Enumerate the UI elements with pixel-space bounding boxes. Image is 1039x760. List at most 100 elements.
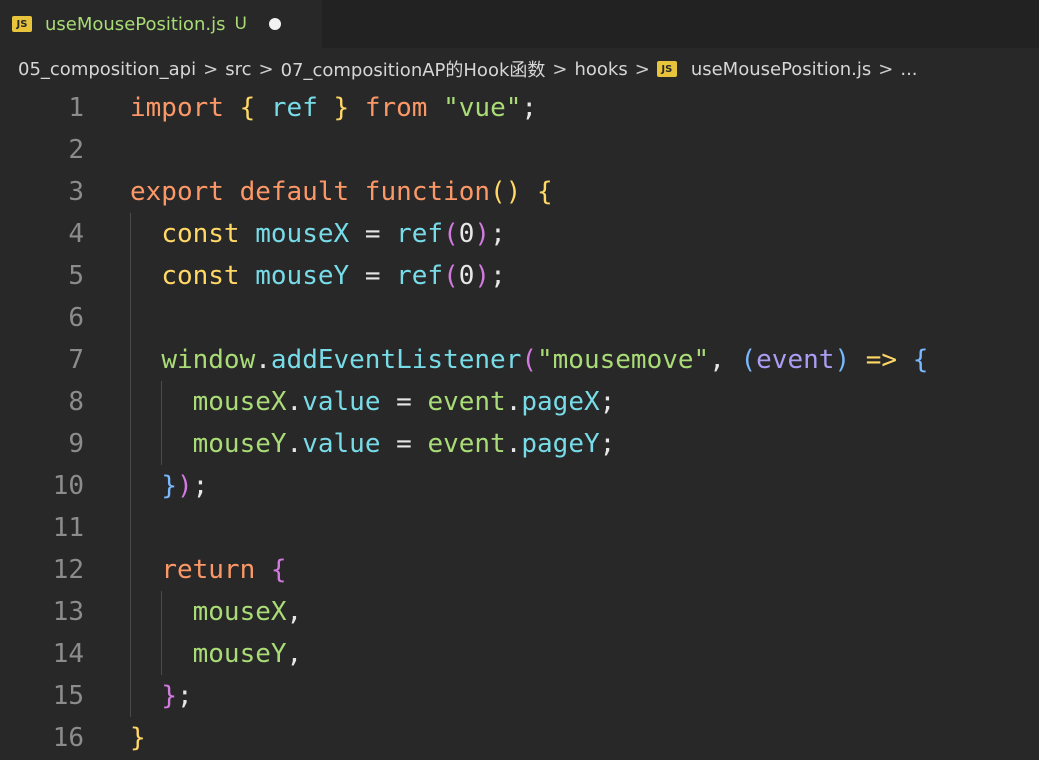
line-number: 10 bbox=[52, 471, 84, 501]
code-token: ref bbox=[270, 93, 334, 123]
breadcrumb-item-hooks[interactable]: hooks bbox=[574, 59, 627, 80]
code-token: ref bbox=[396, 219, 444, 249]
code-token: "vue" bbox=[443, 93, 522, 123]
code-text: mouseY, bbox=[130, 633, 303, 675]
tab-title[interactable]: useMousePosition.js bbox=[45, 14, 225, 35]
breadcrumb-item-folder[interactable]: 05_composition_api bbox=[18, 59, 196, 80]
indent-guide bbox=[161, 591, 163, 675]
code-line[interactable]: 10 }); bbox=[0, 465, 1039, 507]
code-editor[interactable]: 1 import { ref } from "vue"; 2 3 export defa… bbox=[0, 87, 1039, 760]
code-token: export default function bbox=[130, 177, 491, 207]
indent-guide bbox=[130, 213, 131, 717]
code-token: . bbox=[286, 429, 303, 459]
line-number: 16 bbox=[52, 723, 84, 753]
code-token: const bbox=[161, 219, 256, 249]
code-token: mouseX bbox=[192, 597, 287, 627]
code-text: window.addEventListener("mousemove", (ev… bbox=[130, 339, 928, 381]
breadcrumb-item-subfolder[interactable]: 07_compositionAP的Hook函数 bbox=[281, 56, 546, 82]
code-line[interactable]: 3 export default function() { bbox=[0, 171, 1039, 213]
unsaved-dot-icon[interactable] bbox=[268, 18, 281, 30]
code-line[interactable]: 11 bbox=[0, 507, 1039, 549]
code-text: const mouseY = ref(0); bbox=[130, 255, 506, 297]
code-token: ) bbox=[176, 471, 193, 501]
code-token: event bbox=[756, 345, 835, 375]
chevron-right-icon: > bbox=[878, 58, 894, 80]
code-token: pageY bbox=[521, 429, 600, 459]
code-token: mouseY bbox=[255, 261, 365, 291]
code-line[interactable]: 1 import { ref } from "vue"; bbox=[0, 87, 1039, 129]
code-token: value bbox=[302, 429, 397, 459]
code-text: mouseX.value = event.pageX; bbox=[130, 381, 616, 423]
code-token: window bbox=[161, 345, 256, 375]
code-token: const bbox=[161, 261, 256, 291]
code-token: "mousemove" bbox=[537, 345, 710, 375]
code-line[interactable]: 7 window.addEventListener("mousemove", (… bbox=[0, 339, 1039, 381]
code-text: } bbox=[130, 717, 146, 759]
code-token: mouseY bbox=[192, 429, 287, 459]
line-number: 1 bbox=[68, 93, 84, 123]
code-token: mouseX bbox=[192, 387, 287, 417]
code-token: ; bbox=[490, 219, 506, 249]
code-token: { bbox=[239, 93, 271, 123]
code-token: , bbox=[709, 345, 741, 375]
line-number: 5 bbox=[68, 261, 84, 291]
code-text: const mouseX = ref(0); bbox=[130, 213, 506, 255]
breadcrumb: 05_composition_api > src > 07_compositio… bbox=[0, 48, 1039, 90]
code-token: ) bbox=[474, 261, 491, 291]
code-token: . bbox=[255, 345, 271, 375]
breadcrumb-item-src[interactable]: src bbox=[225, 59, 251, 80]
editor-tab[interactable]: JS useMousePosition.js U bbox=[0, 0, 322, 48]
code-token: pageX bbox=[521, 387, 600, 417]
code-token: = bbox=[364, 261, 397, 291]
code-token: } bbox=[130, 723, 146, 753]
code-token: . bbox=[505, 387, 522, 417]
code-token: { bbox=[270, 555, 287, 585]
code-token: ) bbox=[834, 345, 866, 375]
line-number: 11 bbox=[52, 513, 84, 543]
code-line[interactable]: 5 const mouseY = ref(0); bbox=[0, 255, 1039, 297]
line-number: 4 bbox=[68, 219, 84, 249]
code-token: ; bbox=[490, 261, 506, 291]
code-token: ; bbox=[176, 681, 193, 711]
code-token: = bbox=[364, 219, 397, 249]
js-file-icon: JS bbox=[12, 16, 32, 32]
line-number: 12 bbox=[52, 555, 84, 585]
code-line[interactable]: 16} bbox=[0, 717, 1039, 759]
code-token: import bbox=[130, 93, 240, 123]
code-token: event bbox=[427, 387, 506, 417]
code-line[interactable]: 9 mouseY.value = event.pageY; bbox=[0, 423, 1039, 465]
code-line[interactable]: 12 return { bbox=[0, 549, 1039, 591]
line-number: 9 bbox=[68, 429, 84, 459]
code-line[interactable]: 6 bbox=[0, 297, 1039, 339]
code-token: ( bbox=[443, 219, 459, 249]
line-number: 14 bbox=[52, 639, 84, 669]
code-token: ( bbox=[740, 345, 757, 375]
code-line[interactable]: 4 const mouseX = ref(0); bbox=[0, 213, 1039, 255]
code-token: , bbox=[286, 597, 303, 627]
code-token: = bbox=[396, 387, 428, 417]
code-token: return bbox=[161, 555, 271, 585]
line-number: 2 bbox=[68, 135, 84, 165]
code-token: ; bbox=[192, 471, 209, 501]
code-token: = bbox=[396, 429, 428, 459]
code-token: } bbox=[333, 93, 365, 123]
code-line[interactable]: 13 mouseX, bbox=[0, 591, 1039, 633]
code-token: ) bbox=[474, 219, 491, 249]
code-line[interactable]: 15 }; bbox=[0, 675, 1039, 717]
code-token: ( bbox=[443, 261, 459, 291]
code-line[interactable]: 8 mouseX.value = event.pageX; bbox=[0, 381, 1039, 423]
breadcrumb-item-file[interactable]: useMousePosition.js bbox=[691, 59, 871, 80]
code-token: . bbox=[505, 429, 522, 459]
line-number: 8 bbox=[68, 387, 84, 417]
code-token: } bbox=[161, 471, 177, 501]
code-line[interactable]: 2 bbox=[0, 129, 1039, 171]
code-text: import { ref } from "vue"; bbox=[130, 87, 537, 129]
code-text: }); bbox=[130, 465, 208, 507]
code-line[interactable]: 14 mouseY, bbox=[0, 633, 1039, 675]
breadcrumb-more[interactable]: ... bbox=[900, 59, 917, 80]
code-text: mouseX, bbox=[130, 591, 303, 633]
